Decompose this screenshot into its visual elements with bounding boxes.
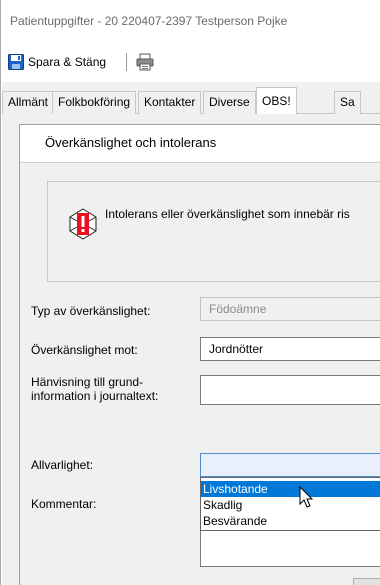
reference-label-line2: information i journaltext:	[31, 389, 159, 403]
printer-icon	[136, 53, 154, 71]
patient-window: Patientuppgifter - 20 220407-2397 Testpe…	[0, 0, 380, 585]
severity-dropdown-list: Livshotande Skadlig Besvärande	[200, 477, 380, 531]
dialog-title: Överkänslighet och intolerans	[45, 135, 217, 150]
tab-strip: Allmänt Folkbokföring Kontakter Diverse …	[2, 82, 380, 115]
toolbar: Spara & Stäng	[2, 42, 380, 82]
toolbar-separator	[126, 53, 127, 71]
option-skadlig[interactable]: Skadlig	[201, 497, 380, 513]
save-close-label: Spara & Stäng	[28, 55, 107, 69]
mouse-pointer-icon	[299, 486, 314, 508]
tab-folkbokforing[interactable]: Folkbokföring	[52, 91, 137, 114]
tab-sa[interactable]: Sa	[334, 91, 361, 114]
option-besvarande[interactable]: Besvärande	[201, 513, 380, 529]
against-label: Överkänslighet mot:	[31, 343, 138, 357]
tab-kontakter[interactable]: Kontakter	[138, 91, 202, 114]
dialog-button-partial[interactable]	[353, 578, 380, 585]
window-title: Patientuppgifter - 20 220407-2397 Testpe…	[10, 14, 288, 28]
title-bar: Patientuppgifter - 20 220407-2397 Testpe…	[2, 0, 380, 42]
save-close-button[interactable]: Spara & Stäng	[8, 52, 106, 72]
reference-label: Hänvisning till grund- information i jou…	[31, 375, 158, 403]
severity-label: Allvarlighet:	[31, 458, 94, 472]
type-label: Typ av överkänslighet:	[31, 304, 151, 318]
comment-textarea[interactable]	[200, 531, 380, 567]
tab-diverse[interactable]: Diverse	[203, 91, 256, 114]
warning-text: Intolerans eller överkänslighet som inne…	[105, 207, 350, 221]
option-livshotande[interactable]: Livshotande	[201, 481, 380, 497]
tab-obs[interactable]: OBS!	[256, 87, 297, 115]
dialog-header: Överkänslighet och intolerans	[20, 125, 380, 163]
comment-label: Kommentar:	[31, 497, 97, 511]
against-field[interactable]: Jordnötter	[200, 337, 380, 361]
reference-label-line1: Hänvisning till grund-	[31, 375, 144, 389]
tab-allmant[interactable]: Allmänt	[2, 91, 55, 114]
medical-alert-icon	[69, 208, 97, 240]
severity-combo[interactable]	[200, 453, 380, 477]
print-button[interactable]	[135, 52, 155, 72]
type-field: Födoämne	[200, 297, 380, 321]
floppy-disk-icon	[8, 54, 24, 70]
warning-box: Intolerans eller överkänslighet som inne…	[47, 181, 380, 282]
reference-field[interactable]	[200, 375, 380, 405]
